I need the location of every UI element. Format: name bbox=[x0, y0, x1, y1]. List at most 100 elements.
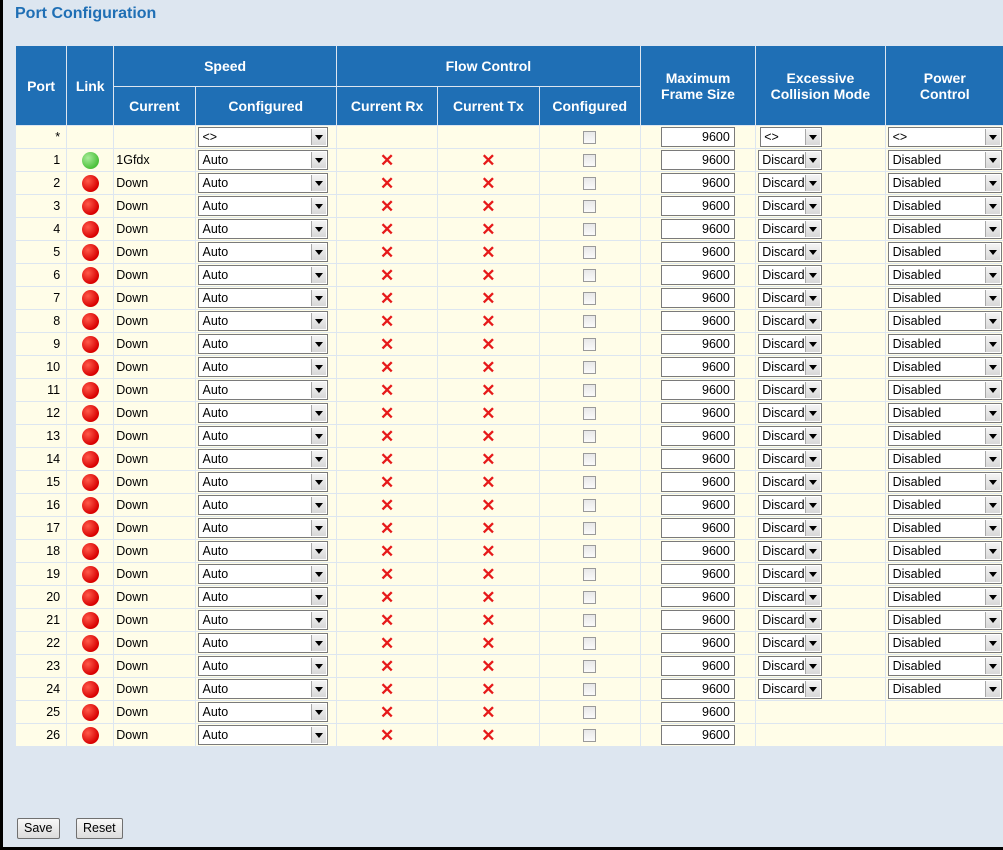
max-frame-input[interactable]: 9600 bbox=[660, 196, 735, 216]
power-control-select[interactable]: Disabled bbox=[887, 564, 1002, 584]
max-frame-input[interactable]: 9600 bbox=[660, 495, 735, 515]
power-control-select[interactable]: Disabled bbox=[887, 311, 1002, 331]
power-control-select[interactable]: Disabled bbox=[887, 656, 1002, 676]
flow-control-checkbox[interactable] bbox=[583, 729, 597, 743]
power-control-select[interactable]: Disabled bbox=[887, 173, 1002, 193]
speed-select[interactable]: Auto bbox=[197, 403, 328, 423]
power-control-select[interactable]: Disabled bbox=[887, 610, 1002, 630]
excessive-collision-select[interactable]: Discard bbox=[758, 656, 823, 676]
excessive-collision-select[interactable]: Discard bbox=[758, 564, 823, 584]
power-control-select[interactable]: Disabled bbox=[887, 426, 1002, 446]
flow-control-checkbox[interactable] bbox=[583, 246, 597, 260]
save-button[interactable]: Save bbox=[17, 818, 60, 839]
power-control-select[interactable]: Disabled bbox=[887, 219, 1002, 239]
excessive-collision-select[interactable]: Discard bbox=[758, 242, 823, 262]
flow-control-checkbox[interactable] bbox=[583, 545, 597, 559]
flow-control-checkbox[interactable] bbox=[583, 177, 597, 191]
max-frame-input[interactable]: 9600 bbox=[660, 173, 735, 193]
flow-control-checkbox[interactable] bbox=[583, 361, 597, 375]
max-frame-input[interactable]: 9600 bbox=[660, 334, 735, 354]
excessive-collision-select[interactable]: Discard bbox=[758, 265, 823, 285]
max-frame-input[interactable]: 9600 bbox=[660, 679, 735, 699]
max-frame-input[interactable]: 9600 bbox=[660, 219, 735, 239]
max-frame-input[interactable]: 9600 bbox=[660, 449, 735, 469]
speed-select[interactable]: Auto bbox=[197, 495, 328, 515]
power-control-select[interactable]: Disabled bbox=[887, 679, 1002, 699]
speed-select[interactable]: Auto bbox=[197, 242, 328, 262]
max-frame-input[interactable]: 9600 bbox=[660, 656, 735, 676]
speed-select[interactable]: Auto bbox=[197, 633, 328, 653]
max-frame-input[interactable]: 9600 bbox=[660, 564, 735, 584]
max-frame-input[interactable]: 9600 bbox=[660, 380, 735, 400]
speed-select[interactable]: Auto bbox=[197, 472, 328, 492]
flow-control-checkbox[interactable] bbox=[583, 476, 597, 490]
reset-button[interactable]: Reset bbox=[76, 818, 123, 839]
max-frame-input[interactable]: 9600 bbox=[660, 288, 735, 308]
excessive-collision-select[interactable]: Discard bbox=[758, 311, 823, 331]
max-frame-input[interactable]: 9600 bbox=[660, 725, 735, 745]
flow-control-checkbox-all[interactable] bbox=[583, 131, 597, 145]
flow-control-checkbox[interactable] bbox=[583, 407, 597, 421]
speed-select[interactable]: Auto bbox=[197, 173, 328, 193]
power-control-select[interactable]: Disabled bbox=[887, 196, 1002, 216]
flow-control-checkbox[interactable] bbox=[583, 706, 597, 720]
speed-select[interactable]: Auto bbox=[197, 541, 328, 561]
excessive-collision-select[interactable]: Discard bbox=[758, 541, 823, 561]
speed-select[interactable]: Auto bbox=[197, 656, 328, 676]
max-frame-input[interactable]: 9600 bbox=[660, 242, 735, 262]
excessive-collision-select[interactable]: Discard bbox=[758, 196, 823, 216]
flow-control-checkbox[interactable] bbox=[583, 154, 597, 168]
excessive-select-all[interactable]: <> bbox=[760, 127, 823, 147]
power-control-select[interactable]: Disabled bbox=[887, 242, 1002, 262]
speed-select[interactable]: Auto bbox=[197, 219, 328, 239]
flow-control-checkbox[interactable] bbox=[583, 683, 597, 697]
max-frame-input[interactable]: 9600 bbox=[660, 357, 735, 377]
power-control-select[interactable]: Disabled bbox=[887, 587, 1002, 607]
power-control-select[interactable]: Disabled bbox=[887, 357, 1002, 377]
flow-control-checkbox[interactable] bbox=[583, 384, 597, 398]
power-control-select[interactable]: Disabled bbox=[887, 541, 1002, 561]
power-control-select[interactable]: Disabled bbox=[887, 288, 1002, 308]
excessive-collision-select[interactable]: Discard bbox=[758, 173, 823, 193]
speed-select[interactable]: Auto bbox=[197, 150, 328, 170]
max-frame-input[interactable]: 9600 bbox=[660, 150, 735, 170]
max-frame-input[interactable]: 9600 bbox=[660, 311, 735, 331]
power-control-select[interactable]: Disabled bbox=[887, 518, 1002, 538]
flow-control-checkbox[interactable] bbox=[583, 430, 597, 444]
power-control-select[interactable]: Disabled bbox=[887, 334, 1002, 354]
max-frame-input[interactable]: 9600 bbox=[660, 587, 735, 607]
flow-control-checkbox[interactable] bbox=[583, 614, 597, 628]
excessive-collision-select[interactable]: Discard bbox=[758, 633, 823, 653]
speed-select[interactable]: Auto bbox=[197, 449, 328, 469]
flow-control-checkbox[interactable] bbox=[583, 453, 597, 467]
excessive-collision-select[interactable]: Discard bbox=[758, 495, 823, 515]
excessive-collision-select[interactable]: Discard bbox=[758, 610, 823, 630]
flow-control-checkbox[interactable] bbox=[583, 568, 597, 582]
max-frame-input[interactable]: 9600 bbox=[660, 426, 735, 446]
max-frame-input[interactable]: 9600 bbox=[660, 403, 735, 423]
power-select-all[interactable]: <> bbox=[887, 127, 1002, 147]
speed-select[interactable]: Auto bbox=[197, 357, 328, 377]
speed-select[interactable]: Auto bbox=[197, 288, 328, 308]
excessive-collision-select[interactable]: Discard bbox=[758, 587, 823, 607]
speed-select[interactable]: Auto bbox=[197, 725, 328, 745]
excessive-collision-select[interactable]: Discard bbox=[758, 288, 823, 308]
speed-select[interactable]: Auto bbox=[197, 702, 328, 722]
excessive-collision-select[interactable]: Discard bbox=[758, 150, 823, 170]
power-control-select[interactable]: Disabled bbox=[887, 403, 1002, 423]
power-control-select[interactable]: Disabled bbox=[887, 265, 1002, 285]
speed-select[interactable]: Auto bbox=[197, 610, 328, 630]
excessive-collision-select[interactable]: Discard bbox=[758, 679, 823, 699]
excessive-collision-select[interactable]: Discard bbox=[758, 403, 823, 423]
power-control-select[interactable]: Disabled bbox=[887, 449, 1002, 469]
speed-select[interactable]: Auto bbox=[197, 518, 328, 538]
excessive-collision-select[interactable]: Discard bbox=[758, 219, 823, 239]
speed-select[interactable]: Auto bbox=[197, 564, 328, 584]
max-frame-input[interactable]: 9600 bbox=[660, 610, 735, 630]
excessive-collision-select[interactable]: Discard bbox=[758, 426, 823, 446]
max-frame-input[interactable]: 9600 bbox=[660, 265, 735, 285]
max-frame-input-all[interactable]: 9600 bbox=[660, 127, 735, 147]
flow-control-checkbox[interactable] bbox=[583, 269, 597, 283]
excessive-collision-select[interactable]: Discard bbox=[758, 334, 823, 354]
speed-select[interactable]: Auto bbox=[197, 265, 328, 285]
